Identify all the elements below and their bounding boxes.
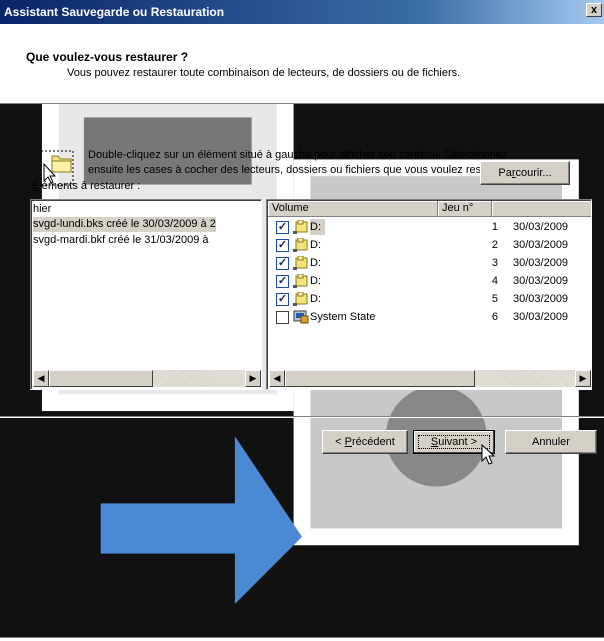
row-checkbox[interactable]: ✓	[276, 257, 289, 270]
backup-date: 30/03/2009	[513, 275, 569, 287]
drive-icon	[293, 292, 308, 306]
backup-date: 30/03/2009	[513, 257, 569, 269]
instruction-line-2: ensuite les cases à cocher des lecteurs,…	[88, 164, 513, 176]
volume-row[interactable]: ✓ D: 4 30/03/2009	[268, 273, 591, 289]
set-number: 6	[491, 311, 498, 323]
backup-date: 30/03/2009	[513, 293, 569, 305]
drive-icon	[293, 238, 308, 252]
system-state-row[interactable]: System State 6 30/03/2009	[268, 309, 591, 325]
tree-header-item[interactable]: hier	[33, 202, 51, 217]
title-bar[interactable]: Assistant Sauvegarde ou Restauration x	[0, 0, 604, 24]
tree-item-lundi[interactable]: svgd-lundi.bks créé le 30/03/2009 à 2	[33, 217, 216, 232]
column-header-set[interactable]: Jeu n°	[438, 201, 492, 217]
volume-row[interactable]: ✓ D: 3 30/03/2009	[268, 255, 591, 271]
browse-label-post: courir...	[515, 167, 552, 179]
row-checkbox[interactable]	[276, 311, 289, 324]
volume-name: D:	[310, 219, 325, 235]
scroll-thumb[interactable]	[285, 370, 475, 387]
volume-name: D:	[310, 275, 321, 287]
set-number: 5	[491, 293, 498, 305]
backup-date: 30/03/2009	[513, 239, 569, 251]
prev-label-pre: <	[335, 436, 345, 448]
backup-date: 30/03/2009	[513, 311, 569, 323]
footer-divider-highlight	[0, 417, 604, 418]
backup-date: 30/03/2009	[513, 221, 569, 233]
set-number: 1	[491, 221, 498, 233]
scroll-right-button[interactable]: ▶	[245, 370, 261, 387]
column-header-date[interactable]: (	[492, 201, 591, 217]
scroll-left-button[interactable]: ◀	[269, 370, 285, 387]
items-to-restore-label: Éléments à restaurer :	[32, 180, 140, 192]
list-horizontal-scrollbar[interactable]: ◀ ▶	[269, 370, 591, 387]
row-checkbox[interactable]: ✓	[276, 239, 289, 252]
header-title: Que voulez-vous restaurer ?	[26, 50, 189, 64]
cancel-button[interactable]: Annuler	[505, 430, 597, 454]
restore-wizard-window: Assistant Sauvegarde ou Restauration x Q…	[0, 0, 604, 638]
row-checkbox[interactable]: ✓	[276, 221, 289, 234]
volume-row[interactable]: ✓ D: 5 30/03/2009	[268, 291, 591, 307]
previous-button[interactable]: < Précédent	[322, 430, 408, 454]
set-number: 2	[491, 239, 498, 251]
tree-horizontal-scrollbar[interactable]: ◀ ▶	[33, 370, 261, 387]
scroll-left-button[interactable]: ◀	[33, 370, 49, 387]
items-label-text: léments à restaurer :	[39, 180, 141, 192]
focus-rectangle	[418, 435, 490, 449]
header-subtitle: Vous pouvez restaurer toute combinaison …	[67, 67, 461, 79]
system-state-icon	[293, 310, 309, 324]
scroll-thumb[interactable]	[49, 370, 153, 387]
column-header-volume[interactable]: Volume	[268, 201, 438, 217]
instruction-line-1: Double-cliquez sur un élément situé à ga…	[88, 149, 508, 161]
drive-icon	[293, 274, 308, 288]
close-button[interactable]: x	[586, 3, 602, 17]
volume-row[interactable]: ✓ D: 1 30/03/2009	[268, 219, 591, 235]
set-number: 3	[491, 257, 498, 269]
set-number: 4	[491, 275, 498, 287]
volume-row[interactable]: ✓ D: 2 30/03/2009	[268, 237, 591, 253]
volume-name: D:	[310, 293, 321, 305]
volume-name: System State	[310, 311, 376, 323]
wizard-header: Que voulez-vous restaurer ? Vous pouvez …	[0, 24, 604, 104]
mouse-pointer-icon	[481, 444, 496, 465]
drive-icon	[293, 256, 308, 270]
backup-tree-pane[interactable]: hier svgd-lundi.bks créé le 30/03/2009 à…	[30, 199, 262, 390]
window-title: Assistant Sauvegarde ou Restauration	[4, 5, 225, 19]
volume-name: D:	[310, 257, 321, 269]
volume-list-pane[interactable]: Volume Jeu n° ( ✓ D: 1 30/03/2009 ✓ D: 2…	[266, 199, 592, 390]
volume-name: D:	[310, 239, 321, 251]
tree-item-mardi[interactable]: svgd-mardi.bkf créé le 31/03/2009 à	[33, 233, 209, 248]
browse-label-pre: Pa	[498, 167, 512, 179]
drive-icon	[293, 220, 308, 234]
scroll-right-button[interactable]: ▶	[575, 370, 591, 387]
prev-label-post: récédent	[352, 436, 395, 448]
row-checkbox[interactable]: ✓	[276, 293, 289, 306]
row-checkbox[interactable]: ✓	[276, 275, 289, 288]
prev-label-accel: P	[344, 436, 352, 448]
browse-button[interactable]: Parcourir...	[480, 161, 570, 185]
